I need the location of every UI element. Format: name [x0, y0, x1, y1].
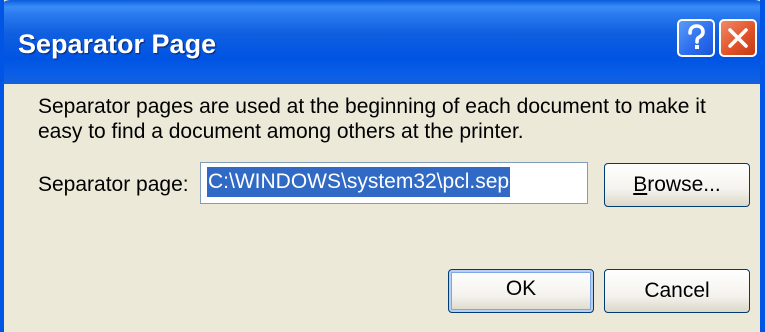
separator-page-dialog: Separator Page Separator pages are used … [0, 0, 765, 332]
separator-page-input[interactable]: C:\WINDOWS\system32\pcl.sep [200, 162, 588, 204]
close-button[interactable] [719, 19, 757, 57]
separator-page-value: C:\WINDOWS\system32\pcl.sep [207, 167, 511, 197]
cancel-button[interactable]: Cancel [604, 269, 750, 313]
ok-button[interactable]: OK [448, 269, 594, 313]
help-question-icon [688, 24, 705, 49]
browse-button[interactable]: Browse... [604, 163, 750, 207]
title-bar[interactable]: Separator Page [4, 0, 760, 84]
browse-label: rowse... [647, 173, 721, 196]
description-text: Separator pages are used at the beginnin… [38, 95, 706, 143]
dialog-title: Separator Page [18, 29, 217, 59]
help-button[interactable] [677, 19, 715, 57]
separator-page-label: Separator page: [38, 173, 189, 196]
close-x-icon [728, 28, 748, 48]
browse-accelerator: B [633, 173, 648, 196]
